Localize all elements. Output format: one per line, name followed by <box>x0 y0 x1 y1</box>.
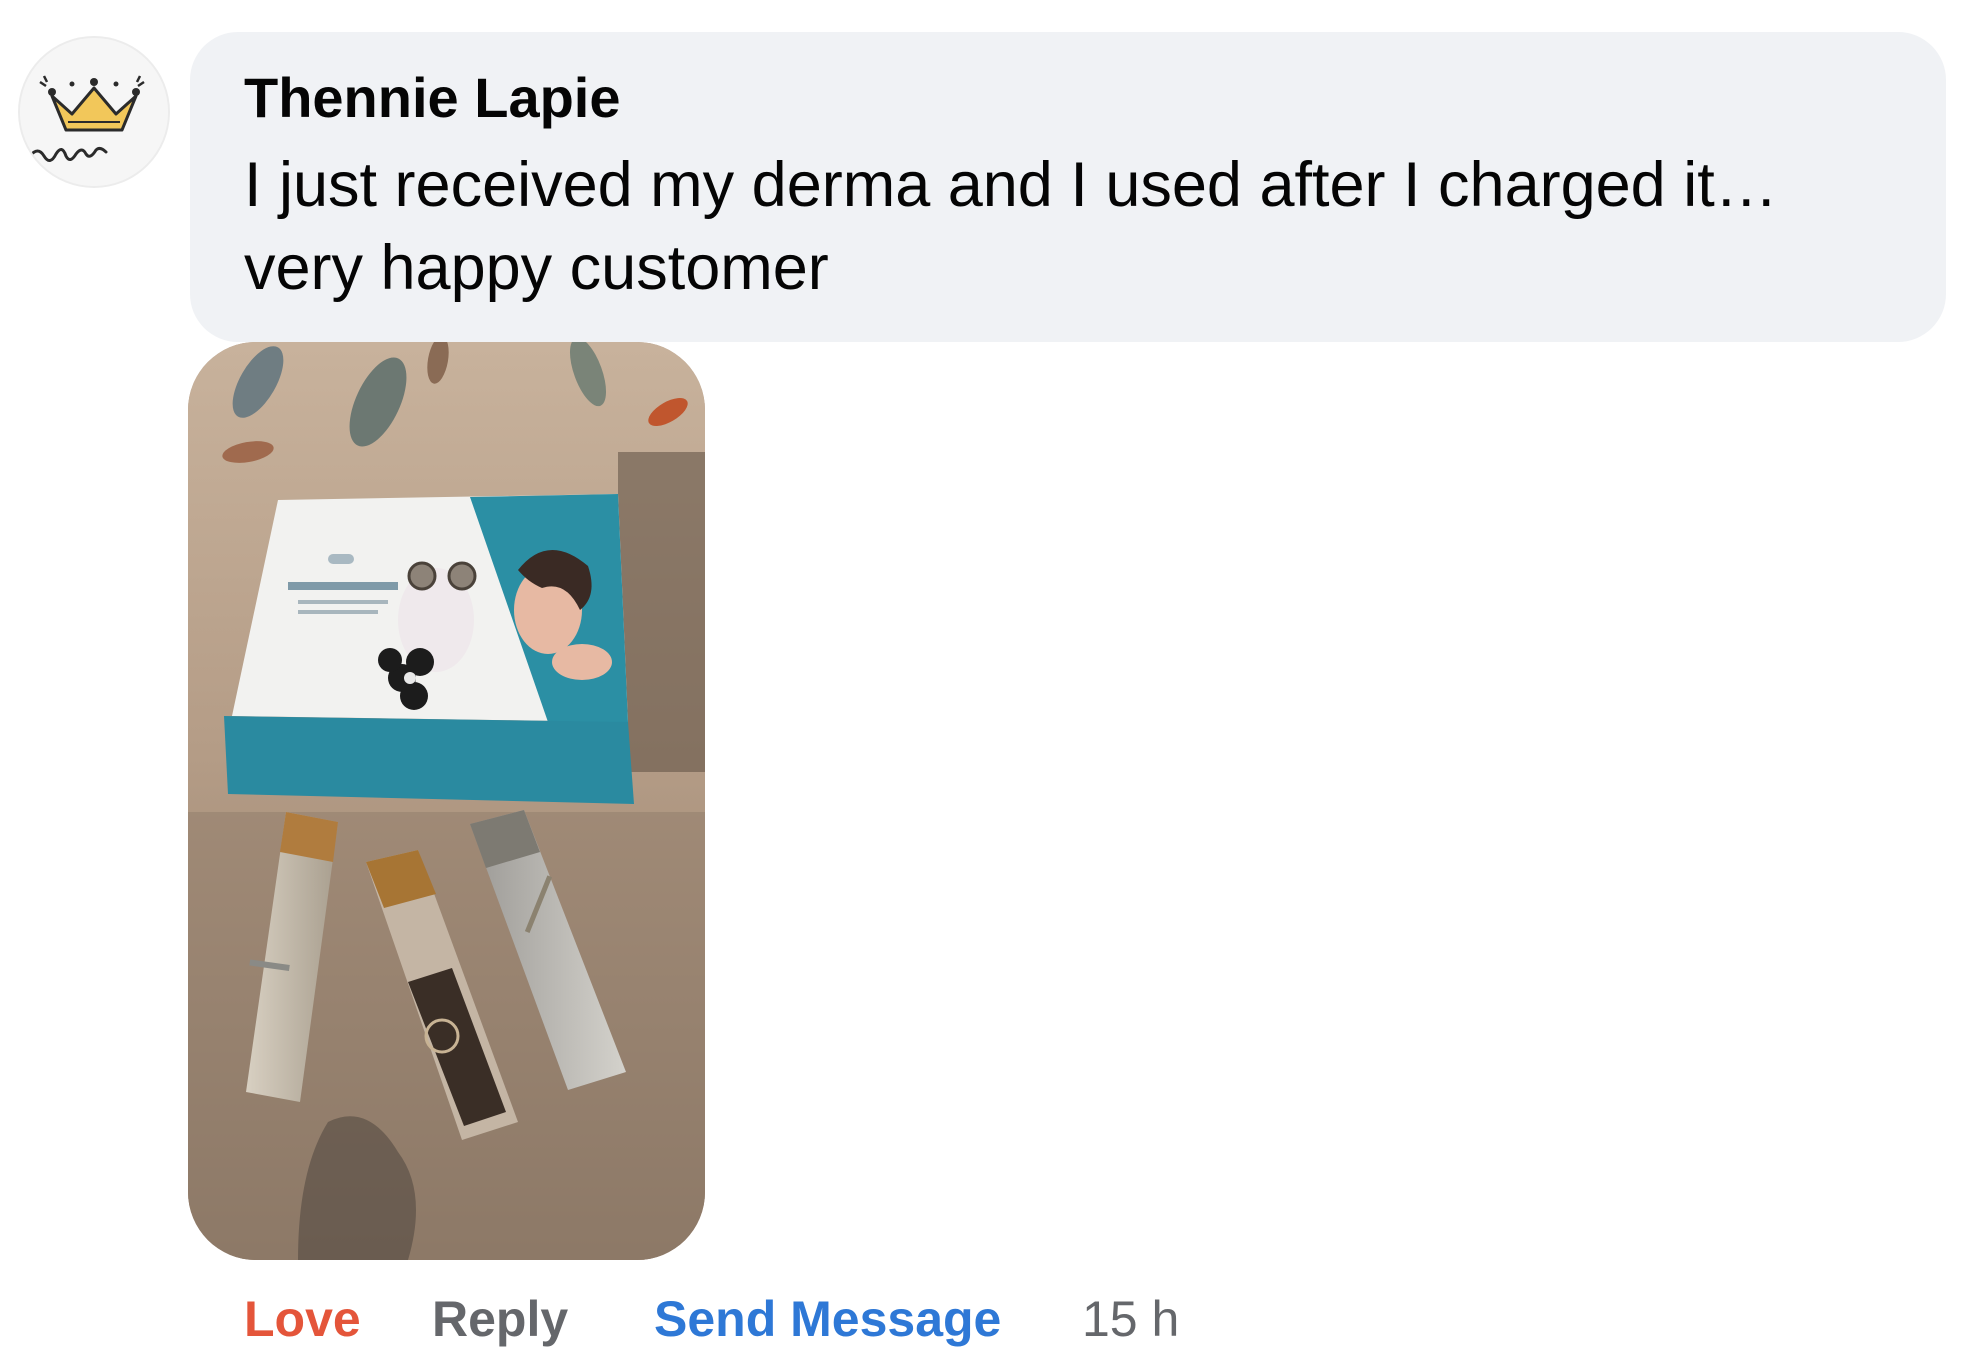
reply-button[interactable]: Reply <box>432 1284 568 1354</box>
comment-text-line: very happy customer <box>244 233 829 303</box>
love-button[interactable]: Love <box>244 1284 361 1354</box>
crown-icon <box>20 38 168 186</box>
product-photo-icon <box>188 342 705 1260</box>
send-message-button[interactable]: Send Message <box>654 1284 1001 1354</box>
comment-text: I just received my derma and I used afte… <box>244 144 1884 310</box>
comment-timestamp[interactable]: 15 h <box>1082 1284 1179 1354</box>
comment-author[interactable]: Thennie Lapie <box>244 66 1946 130</box>
comment-photo[interactable] <box>188 342 705 1260</box>
comment-text-line: I just received my derma and I used afte… <box>244 150 1778 220</box>
avatar[interactable] <box>18 36 170 188</box>
comment-bubble: Thennie Lapie I just received my derma a… <box>190 32 1946 342</box>
